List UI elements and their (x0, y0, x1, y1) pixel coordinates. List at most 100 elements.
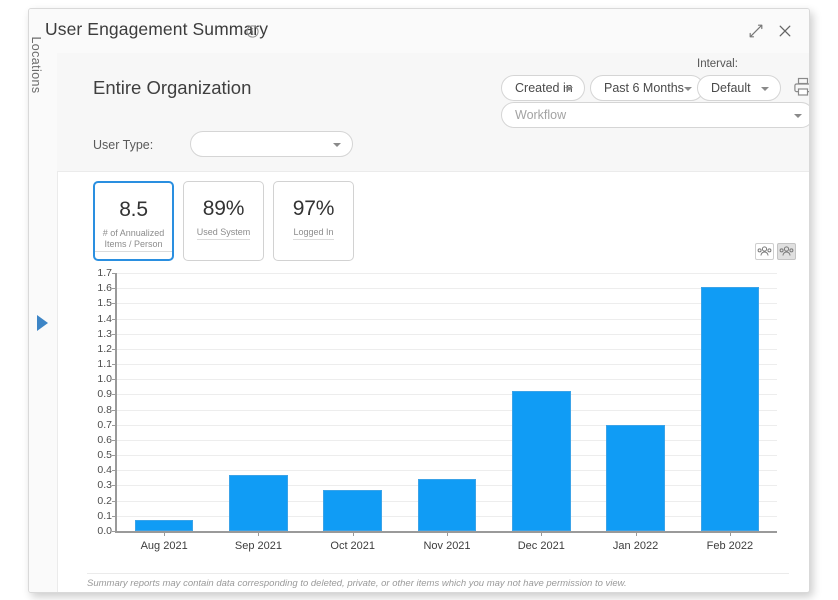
x-axis-tick-mark (353, 531, 354, 536)
y-axis-tick-mark (112, 470, 117, 471)
chevron-down-icon (684, 87, 692, 91)
x-axis-tick-label: Jan 2022 (613, 540, 658, 552)
workflow-select[interactable]: Workflow (501, 102, 810, 128)
y-axis-tick-label: 1.4 (97, 313, 112, 325)
y-axis-tick-mark (112, 440, 117, 441)
time-period-select[interactable]: Past 6 Months (590, 75, 704, 101)
y-axis-tick-label: 0.6 (97, 434, 112, 446)
printer-icon[interactable] (792, 75, 810, 99)
org-scope-title: Entire Organization (93, 77, 251, 99)
y-axis-tick-mark (112, 319, 117, 320)
x-axis-tick-label: Dec 2021 (518, 540, 565, 552)
user-type-select[interactable] (190, 131, 353, 157)
report-modal: User Engagement Summary (28, 8, 810, 593)
y-axis-tick-mark (112, 531, 117, 532)
x-axis-tick-label: Feb 2022 (707, 540, 753, 552)
kpi-label: # of Annualized Items / Person (95, 228, 172, 252)
y-axis-tick-label: 0.9 (97, 388, 112, 400)
chart-gridline (117, 334, 777, 335)
chart-gridline (117, 319, 777, 320)
y-axis-tick-mark (112, 501, 117, 502)
engagement-bar-chart: 1.71.61.51.41.31.21.11.00.90.80.70.60.50… (57, 265, 809, 565)
modal-titlebar: User Engagement Summary (29, 9, 809, 54)
footer-disclaimer: Summary reports may contain data corresp… (87, 578, 627, 589)
kpi-card-list: 8.5# of Annualized Items / Person 89% Used… (93, 181, 363, 261)
y-axis-tick-mark (112, 273, 117, 274)
x-axis-tick-mark (447, 531, 448, 536)
chart-gridline (117, 410, 777, 411)
time-period-value: Past 6 Months (604, 81, 684, 95)
chart-bar[interactable] (323, 490, 381, 531)
rail-label-locations: Locations (29, 36, 43, 93)
created-in-select[interactable]: Created in (501, 75, 585, 101)
y-axis-tick-label: 1.7 (97, 267, 112, 279)
chevron-down-icon (794, 114, 802, 118)
chart-gridline (117, 379, 777, 380)
y-axis-tick-label: 1.3 (97, 328, 112, 340)
x-axis-tick-label: Sep 2021 (235, 540, 282, 552)
y-axis-tick-label: 1.0 (97, 373, 112, 385)
chart-bar[interactable] (418, 479, 476, 531)
y-axis-tick-label: 0.0 (97, 525, 112, 537)
y-axis-tick-mark (112, 410, 117, 411)
kpi-label: Used System (197, 227, 251, 240)
expand-right-triangle-icon[interactable] (37, 315, 48, 331)
interval-select[interactable]: Default (697, 75, 781, 101)
x-axis-tick-mark (636, 531, 637, 536)
workflow-placeholder: Workflow (515, 108, 566, 122)
locations-rail[interactable]: Locations (29, 53, 58, 592)
x-axis-tick-mark (258, 531, 259, 536)
chart-gridline (117, 273, 777, 274)
kpi-label: Logged In (293, 227, 333, 240)
chart-gridline (117, 303, 777, 304)
x-axis-tick-mark (730, 531, 731, 536)
chart-bar[interactable] (512, 391, 570, 531)
chart-view-toggles (752, 243, 796, 260)
user-type-label: User Type: (93, 138, 153, 152)
kpi-value: 89% (184, 197, 263, 221)
y-axis-tick-label: 1.1 (97, 358, 112, 370)
chart-bar[interactable] (701, 287, 759, 531)
chart-gridline (117, 440, 777, 441)
y-axis-tick-label: 0.7 (97, 419, 112, 431)
people-group-icon[interactable] (755, 243, 774, 260)
chart-gridline (117, 349, 777, 350)
y-axis-tick-label: 0.3 (97, 479, 112, 491)
kpi-card-1[interactable]: 89% Used System (183, 181, 264, 261)
chart-gridline (117, 288, 777, 289)
y-axis-tick-label: 0.8 (97, 404, 112, 416)
chevron-down-icon (333, 143, 341, 147)
kpi-card-0[interactable]: 8.5# of Annualized Items / Person (93, 181, 174, 261)
y-axis-tick-mark (112, 455, 117, 456)
expand-diagonal-icon[interactable] (747, 22, 765, 40)
kpi-card-2[interactable]: 97% Logged In (273, 181, 354, 261)
x-axis-tick-mark (541, 531, 542, 536)
chevron-down-icon (761, 87, 769, 91)
interval-label: Interval: (697, 58, 738, 70)
y-axis-tick-label: 0.2 (97, 495, 112, 507)
people-group-filled-icon[interactable] (777, 243, 796, 260)
y-axis-tick-mark (112, 349, 117, 350)
info-circle-icon[interactable] (246, 25, 259, 38)
close-icon[interactable] (776, 22, 794, 40)
chart-bar[interactable] (229, 475, 287, 531)
y-axis-tick-label: 0.4 (97, 464, 112, 476)
chart-gridline (117, 364, 777, 365)
x-axis-tick-mark (164, 531, 165, 536)
modal-body: Entire Organization User Type: Interval:… (57, 53, 809, 592)
y-axis-tick-label: 1.2 (97, 343, 112, 355)
kpi-value: 97% (274, 197, 353, 221)
chart-plot-area: 1.71.61.51.41.31.21.11.00.90.80.70.60.50… (115, 273, 777, 533)
y-axis-tick-mark (112, 425, 117, 426)
page-title: User Engagement Summary (45, 19, 268, 40)
x-axis-tick-label: Nov 2021 (423, 540, 470, 552)
x-axis-tick-label: Aug 2021 (141, 540, 188, 552)
y-axis-tick-mark (112, 288, 117, 289)
chart-bar[interactable] (135, 520, 193, 531)
y-axis-tick-label: 1.5 (97, 297, 112, 309)
chart-gridline (117, 455, 777, 456)
chart-bar[interactable] (606, 425, 664, 531)
interval-value: Default (711, 81, 751, 95)
y-axis-tick-mark (112, 303, 117, 304)
y-axis-tick-mark (112, 516, 117, 517)
